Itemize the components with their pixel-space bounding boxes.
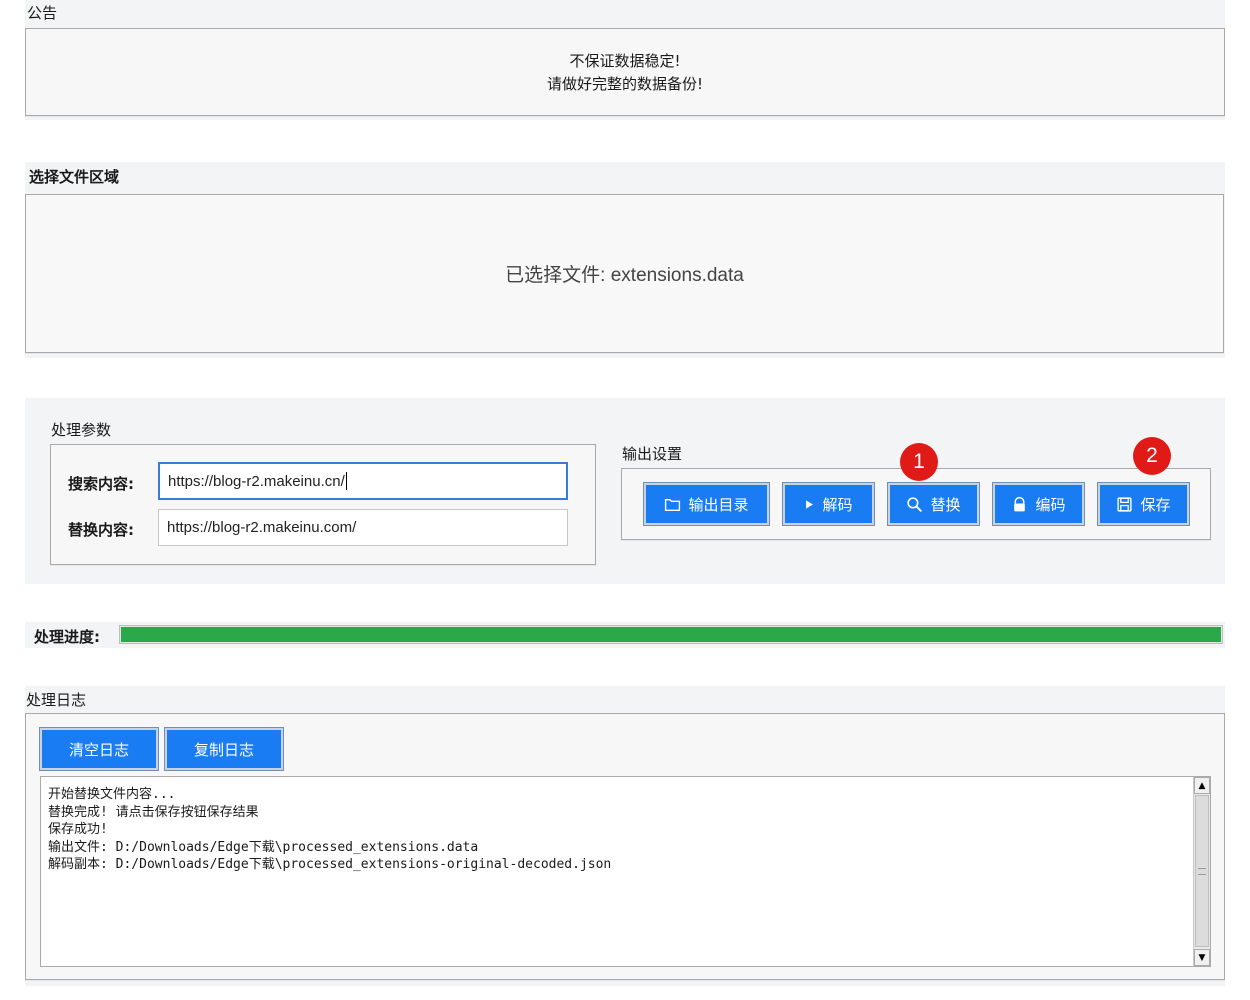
log-line: 解码副本: D:/Downloads/Edge下载\processed_exte… — [48, 857, 612, 872]
notice-box: 不保证数据稳定! 请做好完整的数据备份! — [25, 28, 1225, 116]
replace-label: 替换内容: — [68, 521, 134, 539]
log-line: 替换完成! 请点击保存按钮保存结果 — [48, 804, 259, 820]
replace-label-text: 替换 — [930, 495, 961, 514]
play-icon — [806, 499, 814, 509]
progress-bar — [119, 625, 1223, 644]
notice-line-2: 请做好完整的数据备份! — [546, 75, 703, 93]
replace-input[interactable]: https://blog-r2.makeinu.com/ — [158, 509, 568, 546]
search-input-value: https://blog-r2.makeinu.cn/ — [168, 472, 345, 490]
log-line: 开始替换文件内容... — [48, 787, 176, 802]
output-dir-button[interactable]: 输出目录 — [643, 482, 770, 526]
step-badge-2: 2 — [1133, 437, 1171, 475]
log-scrollbar[interactable]: ▲ ▼ — [1193, 777, 1210, 966]
output-title: 输出设置 — [622, 445, 683, 463]
log-textarea[interactable]: 开始替换文件内容... 替换完成! 请点击保存按钮保存结果 保存成功! 输出文件… — [40, 776, 1211, 967]
file-drop-zone[interactable]: 已选择文件: extensions.data — [25, 194, 1224, 353]
search-icon — [907, 496, 923, 512]
decode-label: 解码 — [822, 495, 853, 514]
lock-icon — [1014, 496, 1026, 511]
replace-button[interactable]: 替换 — [887, 482, 980, 526]
search-input[interactable]: https://blog-r2.makeinu.cn/ — [158, 462, 568, 500]
decode-button[interactable]: 解码 — [782, 482, 875, 526]
scroll-thumb[interactable] — [1195, 795, 1209, 947]
notice-line-1: 不保证数据稳定! — [569, 52, 681, 70]
log-line: 保存成功! — [48, 822, 108, 837]
notice-title: 公告 — [27, 4, 58, 22]
search-label: 搜索内容: — [68, 475, 134, 493]
save-button[interactable]: 保存 — [1097, 482, 1190, 526]
clear-log-label: 清空日志 — [68, 740, 129, 759]
file-area-title: 选择文件区域 — [29, 168, 120, 186]
save-label: 保存 — [1140, 495, 1171, 514]
log-line: 输出文件: D:/Downloads/Edge下载\processed_exte… — [48, 839, 479, 855]
log-lines: 开始替换文件内容... 替换完成! 请点击保存按钮保存结果 保存成功! 输出文件… — [48, 786, 611, 874]
copy-log-label: 复制日志 — [193, 740, 254, 759]
encode-button[interactable]: 编码 — [992, 482, 1085, 526]
save-icon — [1117, 496, 1133, 512]
step-badge-1: 1 — [900, 443, 938, 481]
copy-log-button[interactable]: 复制日志 — [164, 727, 284, 771]
clear-log-button[interactable]: 清空日志 — [39, 727, 159, 771]
scroll-down-arrow-icon[interactable]: ▼ — [1194, 949, 1210, 966]
params-title: 处理参数 — [51, 421, 112, 439]
encode-label: 编码 — [1035, 495, 1066, 514]
progress-label: 处理进度: — [34, 628, 100, 646]
selected-file-text: 已选择文件: extensions.data — [505, 265, 744, 286]
progress-fill — [121, 627, 1221, 642]
log-title: 处理日志 — [26, 691, 87, 709]
output-dir-label: 输出目录 — [688, 495, 749, 514]
replace-input-value: https://blog-r2.makeinu.com/ — [167, 519, 357, 536]
folder-icon — [665, 498, 681, 511]
scroll-up-arrow-icon[interactable]: ▲ — [1194, 777, 1210, 794]
